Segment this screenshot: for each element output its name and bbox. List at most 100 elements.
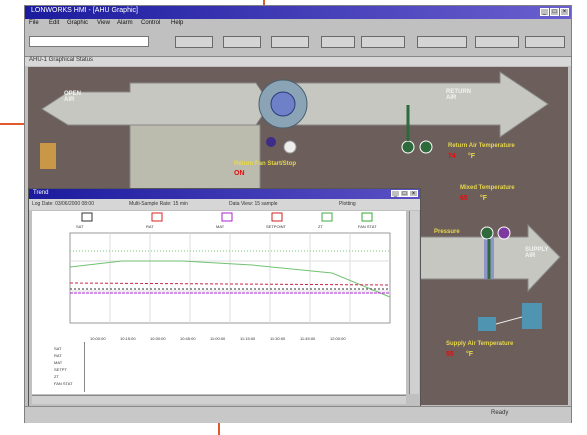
trend-window: Trend _ □ × Log Date: 03/06/2000 08:00 M… <box>28 188 421 408</box>
trend-close-button[interactable]: × <box>409 190 418 197</box>
return-temp-value: 74 <box>448 153 456 160</box>
menu-file[interactable]: File <box>29 20 39 26</box>
table-divider <box>84 342 85 392</box>
sub-header: AHU-1 Graphical Status <box>25 57 571 66</box>
return-duct <box>41 82 271 126</box>
trend-maximize-button[interactable]: □ <box>400 190 409 197</box>
trend-plot[interactable]: SAT RAT MAT SETPOINT ZT FAN STAT <box>32 211 406 334</box>
menu-bar: File Edit Graphic View Alarm Control Hel… <box>25 19 571 30</box>
toolbar-button[interactable] <box>361 36 405 48</box>
legend-label-sat: SAT <box>76 224 84 229</box>
fan-label: Return Fan Start/Stop <box>234 161 297 167</box>
trend-info-sample-rate: Multi-Sample Rate: 15 min <box>129 201 188 207</box>
time-header: 12:00:00 <box>330 336 346 341</box>
pump-icon[interactable] <box>478 317 496 331</box>
trend-vertical-scrollbar[interactable] <box>409 211 419 394</box>
row-label: SETPT <box>54 367 67 372</box>
menu-view[interactable]: View <box>97 20 110 26</box>
sensor-icon[interactable] <box>401 140 415 154</box>
trend-info-data-view: Data View: 15 sample <box>229 201 278 207</box>
trend-title-bar: Trend _ □ × <box>29 189 420 199</box>
legend-swatch-sat <box>81 212 93 222</box>
pipe <box>495 316 523 325</box>
legend-swatch-rat <box>151 212 163 222</box>
trend-minimize-button[interactable]: _ <box>391 190 400 197</box>
row-label: SAT <box>54 346 62 351</box>
time-header: 11:45:00 <box>300 336 316 341</box>
maximize-button[interactable]: □ <box>550 8 559 16</box>
row-label: ZT <box>54 374 59 379</box>
minimize-button[interactable]: _ <box>540 8 549 16</box>
time-header: 11:15:00 <box>240 336 256 341</box>
trend-horizontal-scrollbar[interactable] <box>32 395 406 404</box>
trend-info-plotting: Plotting <box>339 201 356 207</box>
status-text: Ready <box>491 410 509 416</box>
toolbar-button[interactable] <box>271 36 309 48</box>
return-air-label: RETURN AIR <box>446 89 471 101</box>
supply-temp-unit: °F <box>466 351 474 358</box>
legend-label-zt: ZT <box>318 224 323 229</box>
return-temp-label: Return Air Temperature <box>448 143 515 149</box>
menu-alarm[interactable]: Alarm <box>117 20 133 26</box>
supply-temp-value: 55 <box>446 351 454 358</box>
status-bar: Ready <box>25 406 571 423</box>
legend-swatch-zt <box>321 212 333 222</box>
toolbar-button[interactable] <box>175 36 213 48</box>
toolbar-button[interactable] <box>475 36 519 48</box>
time-header: 10:45:00 <box>180 336 196 341</box>
supply-air-label: SUPPLY AIR <box>525 247 549 259</box>
subheader-text: AHU-1 Graphical Status <box>29 57 94 63</box>
legend-label-setpoint: SETPOINT <box>266 224 287 229</box>
row-label: MAT <box>54 360 63 365</box>
trend-info-log-date: Log Date: 03/06/2000 08:00 <box>32 201 94 207</box>
mixed-temp-unit: °F <box>480 195 488 202</box>
open-air-label: OPEN AIR <box>64 91 82 103</box>
time-header: 11:00:00 <box>210 336 226 341</box>
close-button[interactable]: × <box>560 8 569 16</box>
mixed-temp-value: 65 <box>460 195 468 202</box>
toolbar <box>25 30 571 57</box>
mixed-temp-label: Mixed Temperature <box>460 185 515 191</box>
row-label: RAT <box>54 353 62 358</box>
valve-icon[interactable] <box>522 303 542 329</box>
trend-data-table: 10:00:00 10:15:00 10:30:00 10:45:00 11:0… <box>32 334 406 394</box>
fan-status-icon[interactable] <box>266 137 276 147</box>
trend-chart: SAT RAT MAT SETPOINT ZT FAN STAT <box>69 212 391 324</box>
fan-status-indicator <box>283 140 297 154</box>
toolbar-button[interactable] <box>417 36 467 48</box>
sensor-icon[interactable] <box>480 226 494 240</box>
menu-control[interactable]: Control <box>141 20 160 26</box>
legend-label-mat: MAT <box>216 224 225 229</box>
window-title: LONWORKS HMI - [AHU Graphic] <box>31 7 138 14</box>
row-label: FAN STAT <box>54 381 73 386</box>
time-header: 10:30:00 <box>150 336 166 341</box>
legend-swatch-mat <box>221 212 233 222</box>
legend-label-fan-stat: FAN STAT <box>358 224 377 229</box>
toolbar-button[interactable] <box>525 36 565 48</box>
legend <box>81 212 373 222</box>
legend-swatch-fan-stat <box>361 212 373 222</box>
title-bar: LONWORKS HMI - [AHU Graphic] _ □ × <box>25 6 571 19</box>
trend-info-bar: Log Date: 03/06/2000 08:00 Multi-Sample … <box>29 199 420 210</box>
sensor-icon[interactable] <box>497 226 511 240</box>
static-pressure-label: Pressure <box>434 229 460 235</box>
menu-edit[interactable]: Edit <box>49 20 59 26</box>
toolbar-button[interactable] <box>223 36 261 48</box>
time-header: 11:30:00 <box>270 336 286 341</box>
sensor-icon[interactable] <box>419 140 433 154</box>
fan-hub <box>270 91 296 117</box>
menu-graphic[interactable]: Graphic <box>67 20 88 26</box>
time-header: 10:15:00 <box>120 336 136 341</box>
return-temp-unit: °F <box>468 153 476 160</box>
fan-value: ON <box>234 170 245 177</box>
trend-title: Trend <box>33 190 49 196</box>
menu-help[interactable]: Help <box>171 20 183 26</box>
time-header: 10:00:00 <box>90 336 106 341</box>
return-air-duct <box>292 71 549 138</box>
main-window: LONWORKS HMI - [AHU Graphic] _ □ × File … <box>24 5 572 423</box>
legend-label-rat: RAT <box>146 224 154 229</box>
toolbar-button[interactable] <box>321 36 355 48</box>
damper-icon[interactable] <box>40 143 56 169</box>
address-field[interactable] <box>29 36 149 47</box>
supply-temp-label: Supply Air Temperature <box>446 341 514 347</box>
